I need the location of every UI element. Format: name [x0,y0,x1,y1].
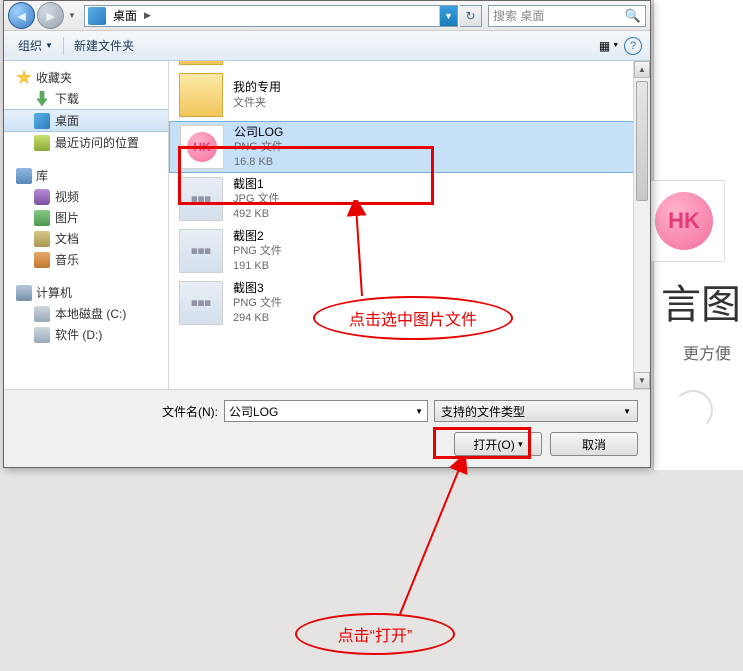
folder-icon [179,73,223,117]
tree-libraries[interactable]: 库 [4,165,168,186]
tree-drive-c[interactable]: 本地磁盘 (C:) [4,303,168,324]
library-icon [16,168,32,184]
navigation-bar: ◄ ► ▼ 桌面 ▶ ▼ ↻ 搜索 桌面 🔍 [4,1,650,31]
file-item[interactable]: ▦▦▦ 截图2PNG 文件191 KB [169,225,650,277]
file-item[interactable]: 我的专用文件夹 [169,69,650,121]
scrollbar[interactable]: ▲ ▼ [633,61,650,389]
address-dropdown[interactable]: ▼ [439,6,457,26]
annotation-callout-1: 点击选中图片文件 [313,296,513,340]
open-button[interactable]: 打开(O) ▾ [454,432,542,456]
search-placeholder: 搜索 桌面 [493,7,544,24]
tree-computer[interactable]: 计算机 [4,282,168,303]
tree-music[interactable]: 音乐 [4,249,168,270]
organize-button[interactable]: 组织▼ [12,34,59,57]
tree-downloads[interactable]: 下载 [4,88,168,109]
address-arrow-icon[interactable]: ▶ [141,10,154,21]
file-open-dialog: ◄ ► ▼ 桌面 ▶ ▼ ↻ 搜索 桌面 🔍 组织▼ 新建文件夹 ▦ ▼ ? [3,0,651,468]
folder-icon [179,61,223,65]
drive-icon [34,327,50,343]
file-item[interactable]: ▦▦▦ 截图1JPG 文件492 KB [169,173,650,225]
annotation-callout-2: 点击“打开” [295,613,455,655]
download-icon [34,91,50,107]
tree-videos[interactable]: 视频 [4,186,168,207]
scroll-thumb[interactable] [636,81,648,201]
hk-logo-icon: HK [187,132,217,162]
navigation-tree[interactable]: 收藏夹 下载 桌面 最近访问的位置 库 视频 图片 文档 音乐 计算机 本地磁盘… [4,61,169,389]
background-text-2: 更方便 [683,340,731,364]
file-thumbnail: HK [180,125,224,169]
scroll-down-button[interactable]: ▼ [634,372,650,389]
drive-icon [34,306,50,322]
address-bar[interactable]: 桌面 ▶ ▼ [84,5,458,27]
tree-pictures[interactable]: 图片 [4,207,168,228]
search-icon: 🔍 [625,8,641,24]
nav-history-dropdown[interactable]: ▼ [66,6,78,26]
video-icon [34,189,50,205]
forward-button[interactable]: ► [37,2,64,29]
help-button[interactable]: ? [624,37,642,55]
tree-favorites[interactable]: 收藏夹 [4,67,168,88]
address-segment[interactable]: 桌面 [109,7,141,24]
background-curve [673,390,713,430]
annotation-arrow-2 [390,456,470,616]
view-button[interactable]: ▦ ▼ [598,35,620,57]
file-thumbnail: ▦▦▦ [179,229,223,273]
desktop-icon [34,113,50,129]
computer-icon [16,285,32,301]
search-box[interactable]: 搜索 桌面 🔍 [488,5,646,27]
file-thumbnail: ▦▦▦ [179,177,223,221]
tree-recent[interactable]: 最近访问的位置 [4,132,168,153]
hk-logo: HK [655,192,713,250]
toolbar: 组织▼ 新建文件夹 ▦ ▼ ? [4,31,650,61]
refresh-button[interactable]: ↻ [460,5,482,27]
document-icon [34,231,50,247]
file-item-selected[interactable]: HK 公司LOGPNG 文件16.8 KB [169,121,650,173]
scroll-up-button[interactable]: ▲ [634,61,650,78]
new-folder-button[interactable]: 新建文件夹 [68,34,140,57]
content-area: 收藏夹 下载 桌面 最近访问的位置 库 视频 图片 文档 音乐 计算机 本地磁盘… [4,61,650,389]
tree-documents[interactable]: 文档 [4,228,168,249]
filename-input[interactable]: 公司LOG▼ [224,400,428,422]
back-button[interactable]: ◄ [8,2,35,29]
background-text-1: 言图 [661,272,741,330]
tree-desktop[interactable]: 桌面 [4,109,168,132]
filename-label: 文件名(N): [162,403,218,420]
file-item[interactable]: 文件夹 [169,61,650,69]
background-preview: HK [643,180,725,262]
dialog-bottom: 文件名(N): 公司LOG▼ 支持的文件类型▼ 打开(O) ▾ 取消 [4,389,650,467]
tree-drive-d[interactable]: 软件 (D:) [4,324,168,345]
recent-icon [34,135,50,151]
star-icon [16,70,32,86]
filetype-filter[interactable]: 支持的文件类型▼ [434,400,638,422]
cancel-button[interactable]: 取消 [550,432,638,456]
music-icon [34,252,50,268]
picture-icon [34,210,50,226]
file-thumbnail: ▦▦▦ [179,281,223,325]
desktop-icon [88,7,106,25]
